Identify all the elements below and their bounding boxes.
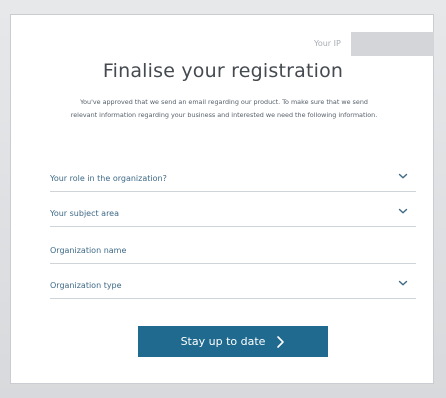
chevron-down-icon [398,208,408,214]
organization-name-field-label: Organization name [50,246,127,255]
organization-name-field[interactable]: Organization name [50,238,416,264]
chevron-down-icon [398,173,408,179]
chevron-right-icon [277,335,285,348]
intro-line-1: You've approved that we send an email re… [80,98,368,106]
intro-line-2: relevant information regarding your busi… [70,111,378,119]
ip-redaction-block [351,32,434,56]
organization-type-dropdown-label: Organization type [50,281,122,290]
stay-up-to-date-button[interactable]: Stay up to date [138,326,328,357]
role-dropdown-label: Your role in the organization? [50,174,167,183]
chevron-down-icon [398,280,408,286]
organization-type-dropdown[interactable]: Organization type [50,273,416,299]
subject-area-dropdown-label: Your subject area [50,209,119,218]
role-dropdown[interactable]: Your role in the organization? [50,166,416,192]
page-title: Finalise your registration [102,60,344,82]
intro-text: You've approved that we send an email re… [38,96,410,122]
subject-area-dropdown[interactable]: Your subject area [50,201,416,227]
stay-up-to-date-label: Stay up to date [180,335,266,348]
ip-label: Your IP [314,39,341,48]
